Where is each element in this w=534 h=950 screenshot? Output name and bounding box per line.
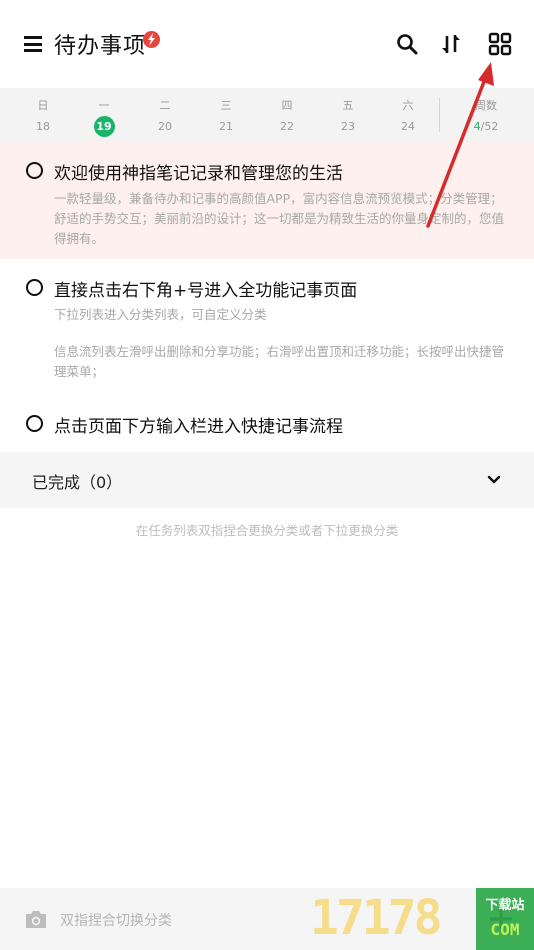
task-description: 一款轻量级，兼备待办和记事的高颜值APP，富内容信息流预览模式；分类管理；舒适的… (54, 191, 505, 246)
task-title: 欢迎使用神指笔记记录和管理您的生活 (54, 164, 343, 184)
week-number-value: 4/52 (473, 120, 499, 133)
task-item[interactable]: 直接点击右下角+号进入全功能记事页面 下拉列表进入分类列表，可自定义分类 信息流… (0, 259, 534, 389)
day-wednesday[interactable]: 三 21 (206, 88, 246, 142)
watermark-digits: 17178 (310, 890, 442, 946)
chevron-down-icon[interactable] (486, 472, 502, 492)
search-icon[interactable] (395, 32, 419, 56)
task-item[interactable]: 点击页面下方输入栏进入快捷记事流程 (0, 396, 534, 452)
quick-note-input[interactable]: 双指捏合切换分类 (60, 910, 172, 930)
day-friday[interactable]: 五 23 (328, 88, 368, 142)
day-thursday[interactable]: 四 22 (267, 88, 307, 142)
week-divider (439, 98, 440, 132)
site-watermark: 17178 下载站 COM (310, 888, 534, 950)
day-sunday[interactable]: 日 18 (23, 88, 63, 142)
sort-icon[interactable] (439, 32, 463, 56)
completed-section-header[interactable]: 已完成（0） (0, 452, 534, 508)
week-calendar-strip: 日 18 一 19 二 20 三 21 四 22 五 23 六 24 周数 4/… (0, 88, 534, 142)
watermark-badge: 下载站 COM (476, 888, 534, 950)
task-checkbox[interactable] (26, 415, 43, 432)
week-number-label: 周数 (475, 99, 497, 112)
task-description: 下拉列表进入分类列表，可自定义分类 (54, 307, 267, 322)
day-saturday[interactable]: 六 24 (388, 88, 428, 142)
day-monday-today[interactable]: 一 19 (84, 88, 124, 142)
task-checkbox[interactable] (26, 162, 43, 179)
top-bar: 待办事项 (0, 0, 534, 88)
lightning-badge-icon (143, 31, 160, 48)
menu-icon[interactable] (24, 36, 42, 52)
camera-icon[interactable] (24, 909, 48, 933)
task-title: 点击页面下方输入栏进入快捷记事流程 (54, 417, 343, 437)
task-checkbox[interactable] (26, 279, 43, 296)
completed-label: 已完成（0） (32, 473, 123, 492)
page-title: 待办事项 (54, 34, 147, 59)
task-item[interactable]: 欢迎使用神指笔记记录和管理您的生活 一款轻量级，兼备待办和记事的高颜值APP，富… (0, 142, 534, 259)
task-title: 直接点击右下角+号进入全功能记事页面 (54, 281, 358, 301)
grid-icon[interactable] (488, 32, 512, 56)
day-tuesday[interactable]: 二 20 (145, 88, 185, 142)
hint-text: 在任务列表双指捏合更换分类或者下拉更换分类 (135, 523, 399, 538)
task-description-extra: 信息流列表左滑呼出删除和分享功能；右滑呼出置顶和迁移功能；长按呼出快捷管理菜单； (54, 344, 505, 379)
